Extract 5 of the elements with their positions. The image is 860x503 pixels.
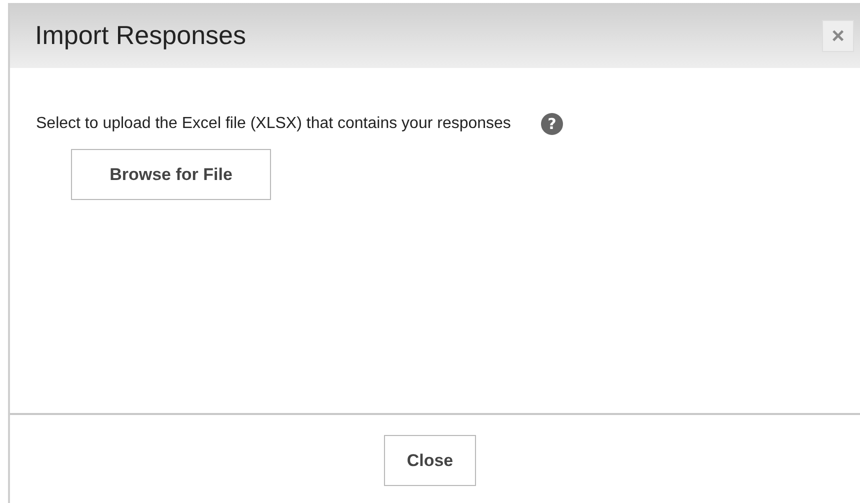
dialog-title: Import Responses	[35, 20, 246, 51]
browse-button[interactable]: Browse for File	[71, 149, 271, 200]
help-icon[interactable]: ?	[540, 113, 563, 135]
close-button[interactable]: Close	[384, 435, 476, 486]
instruction-text: Select to upload the Excel file (XLSX) that contains your responses	[36, 115, 511, 133]
